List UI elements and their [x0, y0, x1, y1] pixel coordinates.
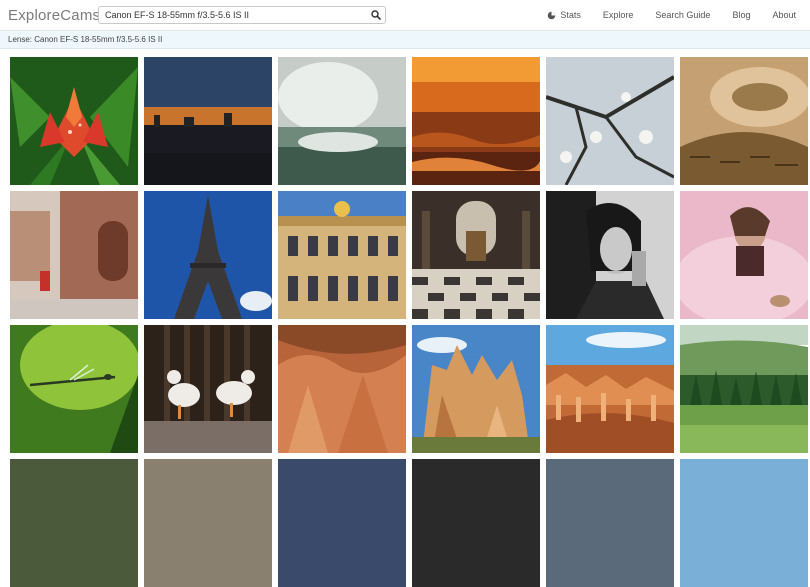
photo-church-interior	[412, 191, 540, 319]
photo-thumbnail[interactable]	[680, 57, 808, 185]
photo-green-hills	[680, 325, 808, 453]
nav-about-label: About	[772, 10, 796, 20]
nav-stats-label: Stats	[560, 10, 581, 20]
photo-thumbnail[interactable]	[10, 57, 138, 185]
photo-thumbnail[interactable]	[412, 191, 540, 319]
photo-brick-street	[10, 191, 138, 319]
photo-bryce-canyon	[546, 325, 674, 453]
photo-partial	[412, 459, 540, 587]
lense-filter-bar: Lense: Canon EF-S 18-55mm f/3.5-5.6 IS I…	[0, 31, 810, 49]
photo-thumbnail[interactable]	[680, 191, 808, 319]
photo-skyline-dusk	[144, 57, 272, 185]
photo-thumbnail[interactable]	[278, 325, 406, 453]
photo-croc-leather	[680, 57, 808, 185]
nav-explore-label: Explore	[602, 10, 634, 20]
photo-orange-hoodoos	[278, 325, 406, 453]
photo-hoodoo-spires	[412, 325, 540, 453]
photo-pink-dress	[680, 191, 808, 319]
photo-thumbnail[interactable]	[412, 325, 540, 453]
search-input[interactable]	[99, 10, 367, 20]
photo-bw-portrait	[546, 191, 674, 319]
photo-red-lily	[10, 57, 138, 185]
main-nav: Stats Explore Search Guide Blog About	[547, 0, 810, 30]
photo-thumbnail[interactable]	[680, 325, 808, 453]
photo-partial	[680, 459, 808, 587]
nav-blog[interactable]: Blog	[732, 10, 750, 20]
photo-partial	[10, 459, 138, 587]
photo-thumbnail[interactable]	[10, 459, 138, 587]
photo-thumbnail[interactable]	[144, 57, 272, 185]
photo-thumbnail[interactable]	[144, 459, 272, 587]
nav-blog-label: Blog	[732, 10, 751, 20]
photo-thumbnail[interactable]	[278, 191, 406, 319]
search-button[interactable]	[367, 7, 385, 23]
photo-blossom-branches	[546, 57, 674, 185]
photo-thumbnail[interactable]	[144, 191, 272, 319]
photo-thumbnail[interactable]	[546, 57, 674, 185]
photo-partial	[278, 459, 406, 587]
photo-eiffel-tower	[144, 191, 272, 319]
photo-thumbnail[interactable]	[144, 325, 272, 453]
logo[interactable]: ExploreCams	[8, 7, 100, 24]
search-icon	[371, 10, 381, 20]
photo-niagara-falls	[278, 57, 406, 185]
photo-grid	[10, 57, 808, 587]
pie-chart-icon	[547, 11, 556, 20]
photo-thumbnail[interactable]	[680, 459, 808, 587]
nav-search-guide-label: Search Guide	[655, 10, 711, 20]
top-navigation-bar: ExploreCams Stats Explore Search Guide B…	[0, 0, 810, 31]
photo-thumbnail[interactable]	[278, 57, 406, 185]
photo-thumbnail[interactable]	[546, 191, 674, 319]
photo-damselfly	[10, 325, 138, 453]
photo-white-ducks	[144, 325, 272, 453]
photo-versailles	[278, 191, 406, 319]
photo-thumbnail[interactable]	[412, 459, 540, 587]
nav-explore[interactable]: Explore	[603, 10, 634, 20]
photo-thumbnail[interactable]	[546, 325, 674, 453]
photo-thumbnail[interactable]	[10, 191, 138, 319]
lense-label: Lense: Canon EF-S 18-55mm f/3.5-5.6 IS I…	[8, 35, 163, 44]
photo-thumbnail[interactable]	[10, 325, 138, 453]
photo-partial	[546, 459, 674, 587]
photo-thumbnail[interactable]	[412, 57, 540, 185]
photo-thumbnail[interactable]	[546, 459, 674, 587]
nav-stats[interactable]: Stats	[547, 10, 581, 20]
photo-ocean-sunset	[412, 57, 540, 185]
search-box	[98, 6, 386, 24]
nav-search-guide[interactable]: Search Guide	[655, 10, 710, 20]
photo-partial	[144, 459, 272, 587]
nav-about[interactable]: About	[772, 10, 796, 20]
photo-thumbnail[interactable]	[278, 459, 406, 587]
